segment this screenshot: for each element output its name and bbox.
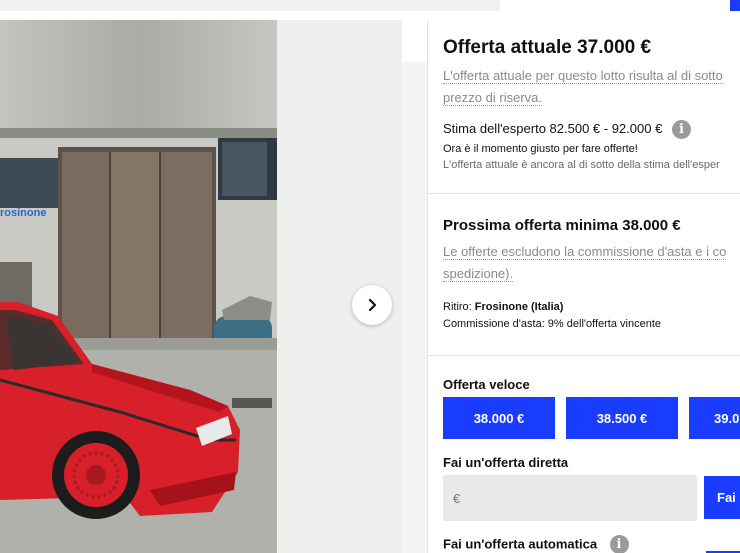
pickup-row: Ritiro: Frosinone (Italia): [443, 301, 740, 313]
current-bid-title: Offerta attuale 37.000 €: [443, 37, 652, 58]
direct-bid-title: Fai un'offerta diretta: [443, 455, 569, 470]
photo-gallery: rosinone: [0, 20, 402, 553]
car-photo[interactable]: rosinone: [0, 20, 277, 553]
next-bid-section: Prossima offerta minima 38.000 € Le offe…: [443, 217, 740, 330]
reserve-note-line2: prezzo di riserva.: [443, 90, 542, 106]
current-bid-section: Offerta attuale 37.000 € L'offerta attua…: [443, 37, 740, 171]
quick-bid-button-1[interactable]: 38.000 €: [443, 397, 555, 439]
direct-bid-field[interactable]: [443, 475, 697, 521]
reserve-note-line1: L'offerta attuale per questo lotto risul…: [443, 68, 723, 84]
estimate-row: Stima dell'esperto 82.500 € - 92.000 € i: [443, 117, 740, 141]
next-photo-button[interactable]: [352, 285, 392, 325]
commission-text: Commissione d'asta: 9% dell'offerta vinc…: [443, 318, 661, 330]
info-icon[interactable]: i: [609, 535, 629, 553]
quick-bid-title: Offerta veloce: [443, 377, 530, 392]
info-icon[interactable]: i: [671, 120, 691, 140]
reserve-note[interactable]: L'offerta attuale per questo lotto risul…: [443, 65, 740, 109]
direct-bid-input[interactable]: [443, 475, 697, 521]
pickup-location: Frosinone (Italia): [474, 301, 564, 313]
svg-text:rosinone: rosinone: [0, 207, 46, 219]
place-bid-button[interactable]: Fai: [704, 476, 740, 519]
divider: [428, 355, 740, 356]
bid-panel: Offerta attuale 37.000 € L'offerta attua…: [427, 20, 740, 553]
gutter: [402, 20, 427, 553]
top-bar-button[interactable]: [730, 0, 740, 11]
fee-note-line1: Le offerte escludono la commissione d'as…: [443, 244, 727, 260]
auto-bid-title: Fai un'offerta automatica: [443, 536, 598, 552]
top-bar: [0, 0, 500, 11]
auto-bid-row: Fai un'offerta automatica i: [443, 535, 740, 553]
divider: [428, 193, 740, 194]
next-bid-title: Prossima offerta minima 38.000 €: [443, 217, 681, 234]
fee-note[interactable]: Le offerte escludono la commissione d'as…: [443, 241, 740, 285]
chevron-right-icon: [368, 298, 377, 312]
quick-bid-button-2[interactable]: 38.500 €: [566, 397, 678, 439]
bid-hint-secondary: L'offerta attuale è ancora al di sotto d…: [443, 159, 720, 171]
estimate-text: Stima dell'esperto 82.500 € - 92.000 €: [443, 121, 663, 136]
bid-hint: Ora è il momento giusto per fare offerte…: [443, 143, 638, 155]
fee-note-line2: spedizione).: [443, 266, 514, 282]
pickup-label: Ritiro:: [443, 301, 472, 313]
quick-bid-button-3[interactable]: 39.0: [689, 397, 740, 439]
